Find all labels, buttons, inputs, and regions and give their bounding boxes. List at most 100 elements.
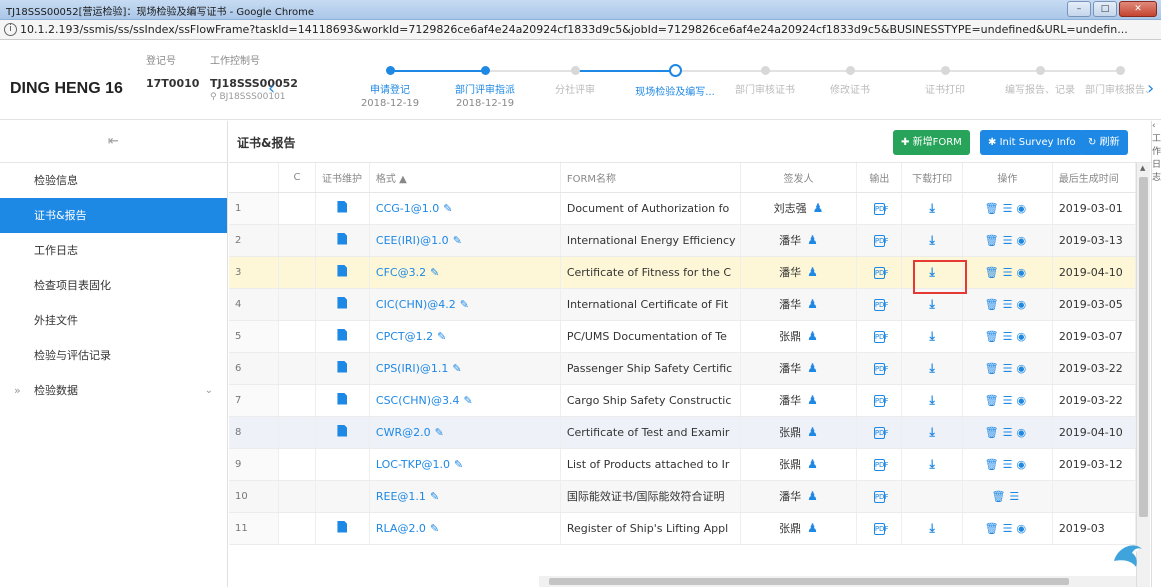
download-icon[interactable]: ⤓ <box>929 297 934 311</box>
sidebar-item[interactable]: 工作日志 <box>0 233 227 268</box>
pdf-icon[interactable]: PDF <box>873 395 888 407</box>
pdf-icon[interactable]: PDF <box>873 363 888 375</box>
pdf-icon[interactable]: PDF <box>873 523 888 535</box>
dolphin-mascot-icon[interactable] <box>1108 535 1148 575</box>
minimize-button[interactable]: – <box>1067 1 1091 17</box>
url-text[interactable]: 10.1.2.193/ssmis/ss/ssIndex/ssFlowFrame?… <box>20 23 1158 36</box>
add-person-icon[interactable]: ♟ <box>807 361 818 375</box>
list-icon[interactable]: ☰ <box>1003 330 1013 343</box>
download-icon[interactable]: ⤓ <box>929 329 934 343</box>
delete-icon[interactable]: 🗑 <box>985 330 999 343</box>
sidebar-item[interactable]: 外挂文件 <box>0 303 227 338</box>
steps-next-arrow[interactable]: › <box>1147 78 1154 99</box>
edit-pencil-icon[interactable]: ✎ <box>430 266 439 279</box>
view-eye-icon[interactable]: ◉ <box>1017 234 1027 247</box>
download-icon[interactable]: ⤓ <box>929 521 934 535</box>
add-person-icon[interactable]: ♟ <box>807 425 818 439</box>
view-eye-icon[interactable]: ◉ <box>1017 266 1027 279</box>
horizontal-scroll-thumb[interactable] <box>549 578 1069 585</box>
list-icon[interactable]: ☰ <box>1003 426 1013 439</box>
view-eye-icon[interactable]: ◉ <box>1017 298 1027 311</box>
pdf-icon[interactable]: PDF <box>873 459 888 471</box>
file-icon[interactable] <box>337 424 348 437</box>
init-survey-button[interactable]: ✱ Init Survey Info <box>980 130 1084 155</box>
pdf-icon[interactable]: PDF <box>873 491 888 503</box>
pdf-icon[interactable]: PDF <box>873 299 888 311</box>
add-person-icon[interactable]: ♟ <box>813 201 824 215</box>
table-row[interactable]: 3 CFC@3.2 ✎ Certificate of Fitness for the … <box>229 256 1137 289</box>
column-header[interactable]: 格式 ▲ <box>369 163 561 193</box>
delete-icon[interactable]: 🗑 <box>985 362 999 375</box>
scroll-up-arrow[interactable]: ▲ <box>1140 164 1145 172</box>
view-eye-icon[interactable]: ◉ <box>1017 330 1027 343</box>
delete-icon[interactable]: 🗑 <box>991 490 1005 503</box>
file-icon[interactable] <box>337 264 348 277</box>
view-eye-icon[interactable]: ◉ <box>1017 202 1027 215</box>
table-row[interactable]: 7 CSC(CHN)@3.4 ✎ Cargo Ship Safety Construc… <box>229 384 1137 417</box>
list-icon[interactable]: ☰ <box>1003 234 1013 247</box>
pdf-icon[interactable]: PDF <box>873 427 888 439</box>
file-icon[interactable] <box>337 328 348 341</box>
file-icon[interactable] <box>337 232 348 245</box>
format-link[interactable]: CSC(CHN)@3.4 <box>376 394 460 407</box>
edit-pencil-icon[interactable]: ✎ <box>430 522 439 535</box>
pdf-icon[interactable]: PDF <box>873 267 888 279</box>
vertical-scrollbar[interactable]: ▲ <box>1136 163 1150 587</box>
table-row[interactable]: 6 CPS(IRI)@1.1 ✎ Passenger Ship Safety Cert… <box>229 352 1137 385</box>
download-icon[interactable]: ⤓ <box>929 457 934 471</box>
table-row[interactable]: 1 CCG-1@1.0 ✎ Document of Authorization fo 刘… <box>229 192 1137 225</box>
edit-pencil-icon[interactable]: ✎ <box>453 234 462 247</box>
info-icon[interactable]: i <box>4 23 17 36</box>
delete-icon[interactable]: 🗑 <box>985 458 999 471</box>
format-link[interactable]: CIC(CHN)@4.2 <box>376 298 456 311</box>
table-row[interactable]: 10 REE@1.1 ✎ 国际能效证书/国际能效符合证明 潘华 ♟ PDF 🗑 ☰ <box>229 480 1137 513</box>
format-link[interactable]: CCG-1@1.0 <box>376 202 439 215</box>
list-icon[interactable]: ☰ <box>1003 458 1013 471</box>
add-person-icon[interactable]: ♟ <box>807 329 818 343</box>
add-person-icon[interactable]: ♟ <box>807 265 818 279</box>
table-row[interactable]: 2 CEE(IRI)@1.0 ✎ International Energy Effic… <box>229 224 1137 257</box>
add-person-icon[interactable]: ♟ <box>807 297 818 311</box>
edit-pencil-icon[interactable]: ✎ <box>443 202 452 215</box>
delete-icon[interactable]: 🗑 <box>985 522 999 535</box>
download-icon[interactable]: ⤓ <box>929 425 934 439</box>
edit-pencil-icon[interactable]: ✎ <box>430 490 439 503</box>
sidebar-collapse-icon[interactable]: ⇤ <box>0 121 227 163</box>
file-icon[interactable] <box>337 520 348 533</box>
delete-icon[interactable]: 🗑 <box>985 426 999 439</box>
add-person-icon[interactable]: ♟ <box>807 233 818 247</box>
delete-icon[interactable]: 🗑 <box>985 202 999 215</box>
add-person-icon[interactable]: ♟ <box>807 457 818 471</box>
add-person-icon[interactable]: ♟ <box>807 489 818 503</box>
add-form-button[interactable]: ✚ 新增FORM <box>893 130 970 155</box>
list-icon[interactable]: ☰ <box>1009 490 1019 503</box>
horizontal-scrollbar[interactable] <box>539 576 1136 587</box>
list-icon[interactable]: ☰ <box>1003 362 1013 375</box>
sidebar-item[interactable]: 检验与评估记录 <box>0 338 227 373</box>
pdf-icon[interactable]: PDF <box>873 203 888 215</box>
file-icon[interactable] <box>337 360 348 373</box>
steps-prev-arrow[interactable]: ‹ <box>268 78 275 99</box>
file-icon[interactable] <box>337 296 348 309</box>
view-eye-icon[interactable]: ◉ <box>1017 394 1027 407</box>
list-icon[interactable]: ☰ <box>1003 394 1013 407</box>
pdf-icon[interactable]: PDF <box>873 331 888 343</box>
file-icon[interactable] <box>337 200 348 213</box>
edit-pencil-icon[interactable]: ✎ <box>435 426 444 439</box>
sidebar-item[interactable]: 检验信息 <box>0 163 227 198</box>
download-icon[interactable]: ⤓ <box>929 233 934 247</box>
edit-pencil-icon[interactable]: ✎ <box>452 362 461 375</box>
address-bar[interactable]: i 10.1.2.193/ssmis/ss/ssIndex/ssFlowFram… <box>0 20 1161 40</box>
format-link[interactable]: LOC-TKP@1.0 <box>376 458 450 471</box>
format-link[interactable]: RLA@2.0 <box>376 522 426 535</box>
download-icon[interactable]: ⤓ <box>929 361 934 375</box>
view-eye-icon[interactable]: ◉ <box>1017 362 1027 375</box>
sidebar-item[interactable]: 证书&报告 <box>0 198 227 233</box>
delete-icon[interactable]: 🗑 <box>985 234 999 247</box>
edit-pencil-icon[interactable]: ✎ <box>454 458 463 471</box>
add-person-icon[interactable]: ♟ <box>807 521 818 535</box>
sidebar-item[interactable]: » 检验数据 ⌄ <box>0 373 227 408</box>
table-row[interactable]: 9 LOC-TKP@1.0 ✎ List of Products attached t… <box>229 448 1137 481</box>
format-link[interactable]: CEE(IRI)@1.0 <box>376 234 449 247</box>
pdf-icon[interactable]: PDF <box>873 235 888 247</box>
